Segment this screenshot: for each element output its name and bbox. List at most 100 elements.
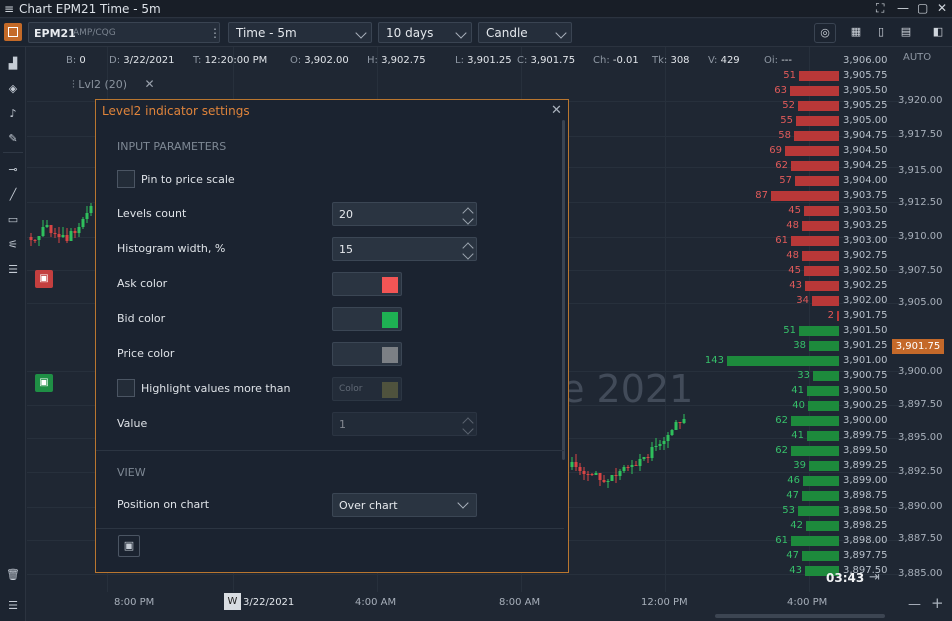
restore-icon[interactable]: ⛶ [876, 1, 884, 16]
more-icon[interactable]: ⋮ [209, 26, 221, 40]
highlight-color-picker[interactable]: Color [332, 377, 402, 401]
chart-type-value: Candle [486, 26, 528, 40]
range-value: 10 days [386, 26, 434, 40]
fibonacci-icon[interactable]: ⚟ [5, 238, 21, 252]
price-tick: 3,887.50 [898, 533, 943, 544]
ask-bar [837, 311, 839, 321]
price-tick: 3,912.50 [898, 197, 943, 208]
measure-icon[interactable]: ☰ [5, 263, 21, 277]
zoom-out-icon[interactable]: — [908, 597, 921, 612]
ask-color-picker[interactable] [332, 272, 402, 296]
bid-bar [791, 416, 839, 426]
layers-icon[interactable]: ◈ [5, 82, 21, 96]
bid-volume: 53 [782, 505, 795, 516]
value-stepper[interactable]: 1 [332, 412, 477, 436]
keyboard-icon[interactable]: ▦ [846, 23, 866, 43]
price-tick: 3,917.50 [898, 129, 943, 140]
position-select[interactable]: Over chart [332, 493, 477, 517]
info-item: C: 3,901.75 [517, 55, 576, 66]
bid-volume: 47 [786, 490, 799, 501]
ask-price: 3,902.75 [843, 250, 888, 261]
chevron-down-icon [555, 27, 567, 39]
highlight-checkbox[interactable] [117, 379, 135, 397]
ask-price: 3,903.75 [843, 190, 888, 201]
ohlc-info-bar: B: 0 D: 3/22/2021 T: 12:20:00 PM O: 3,902.0… [40, 55, 792, 69]
save-icon[interactable]: ▣ [118, 535, 140, 557]
bid-volume: 39 [793, 460, 806, 471]
bid-color-picker[interactable] [332, 307, 402, 331]
ask-bar [795, 176, 839, 186]
panel-toggle-icon[interactable] [4, 23, 22, 41]
bid-volume: 62 [775, 415, 788, 426]
bid-bar [813, 371, 839, 381]
divider [96, 528, 564, 529]
info-item: Oi: --- [764, 55, 793, 66]
section-input-parameters: INPUT PARAMETERS [117, 140, 227, 153]
price-tick: 3,897.50 [898, 399, 943, 410]
pin-to-price-checkbox[interactable] [117, 170, 135, 188]
mouse-icon[interactable]: ▯ [871, 23, 891, 43]
ask-bar [804, 206, 839, 216]
ask-bar [785, 146, 839, 156]
highlight-color-label: Color [339, 384, 363, 394]
bid-volume: 41 [791, 385, 804, 396]
ask-price: 3,902.00 [843, 295, 888, 306]
minimize-icon[interactable]: — [897, 1, 909, 15]
close-icon[interactable]: ✕ [937, 1, 947, 15]
horizontal-line-icon[interactable]: ⊸ [5, 163, 21, 177]
info-item: T: 12:20:00 PM [193, 55, 268, 66]
auto-scale-label[interactable]: AUTO [903, 52, 931, 63]
price-color-label: Price color [117, 347, 175, 360]
ask-volume: 45 [788, 265, 801, 276]
symbol-selector[interactable]: EPM21 AMP/CQG ⋮ [28, 22, 221, 43]
price-tick: 3,892.50 [898, 466, 943, 477]
level2-settings-dialog: Level2 indicator settings ✕ INPUT PARAME… [95, 99, 569, 573]
ask-volume: 62 [775, 160, 788, 171]
ask-volume: 57 [779, 175, 792, 186]
scroll-to-end-icon[interactable]: ⇥ [869, 570, 880, 585]
dialog-scrollbar[interactable] [562, 120, 565, 460]
close-icon[interactable]: ✕ [551, 103, 562, 118]
levels-count-value: 20 [339, 208, 353, 221]
ask-volume: 2 [827, 310, 834, 321]
histogram-width-stepper[interactable]: 15 [332, 237, 477, 261]
title-bar: ≡ Chart EPM21 Time - 5m ⛶ — ▢ ✕ [0, 0, 952, 18]
timeframe-select[interactable]: Time - 5m [228, 22, 372, 43]
search-icon[interactable]: ◎ [814, 23, 836, 43]
range-select[interactable]: 10 days [378, 22, 472, 43]
ask-volume: 48 [786, 220, 799, 231]
menu-icon[interactable]: ≡ [4, 2, 14, 16]
pencil-icon[interactable]: ✎ [5, 132, 21, 146]
ask-bar [799, 71, 839, 81]
bid-bar [798, 506, 839, 516]
trend-line-icon[interactable]: ╱ [5, 188, 21, 202]
drawing-toolbar: ▟ ◈ ♪ ✎ ⊸ ╱ ▭ ⚟ ☰ 🗑 ☰ [0, 47, 26, 621]
price-color-picker[interactable] [332, 342, 402, 366]
trash-icon[interactable]: 🗑 [5, 568, 21, 582]
levels-count-stepper[interactable]: 20 [332, 202, 477, 226]
horizontal-scrollbar[interactable] [715, 614, 885, 618]
bid-price: 3,897.75 [843, 550, 888, 561]
time-tick: 8:00 PM [114, 597, 155, 608]
bid-price: 3,900.00 [843, 415, 888, 426]
bid-color-label: Bid color [117, 312, 166, 325]
ask-volume: 55 [780, 115, 793, 126]
ask-price: 3,904.50 [843, 145, 888, 156]
levels-count-label: Levels count [117, 207, 187, 220]
ask-price: 3,902.50 [843, 265, 888, 276]
maximize-icon[interactable]: ▢ [917, 1, 928, 15]
list-icon[interactable]: ☰ [5, 599, 21, 613]
bid-price: 3,899.50 [843, 445, 888, 456]
zoom-in-icon[interactable]: + [931, 594, 944, 612]
bid-bar [806, 521, 839, 531]
indicators-icon[interactable]: ▟ [5, 57, 21, 71]
alert-bell-icon[interactable]: ♪ [5, 107, 21, 121]
sidebar-icon[interactable]: ◧ [928, 23, 948, 43]
rectangle-icon[interactable]: ▭ [5, 213, 21, 227]
info-item: D: 3/22/2021 [109, 55, 175, 66]
bid-bar [803, 476, 839, 486]
layout-icon[interactable]: ▤ [896, 23, 916, 43]
ask-price: 3,904.00 [843, 175, 888, 186]
ask-bar [804, 266, 839, 276]
chart-type-select[interactable]: Candle [478, 22, 572, 43]
